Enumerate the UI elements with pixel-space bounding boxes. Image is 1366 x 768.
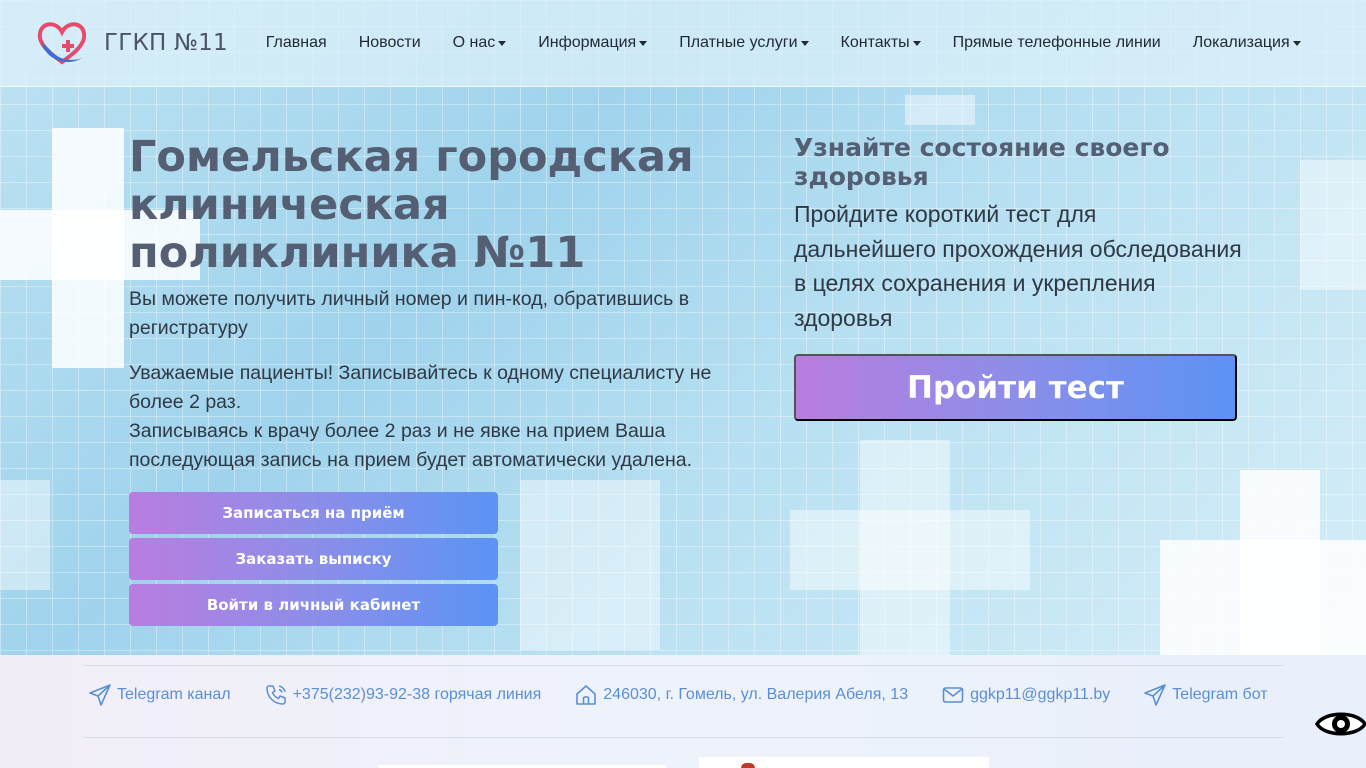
nav-item-label: О нас bbox=[452, 34, 496, 51]
test-description: Пройдите короткий тест для дальнейшего п… bbox=[794, 201, 1242, 331]
brand[interactable]: ГГКП №11 bbox=[36, 18, 228, 68]
page-title: Гомельская городская клиническая поликли… bbox=[129, 132, 694, 278]
health-test-panel: Узнайте состояние своего здоровья Пройди… bbox=[794, 133, 1244, 335]
contact-label: 246030, г. Гомель, ул. Валерия Абеля, 13 bbox=[603, 686, 909, 703]
notice-line: Записываясь к врачу более 2 раз и не явк… bbox=[129, 420, 693, 471]
caret-down-icon bbox=[1292, 40, 1301, 46]
emblem-icon bbox=[741, 763, 755, 768]
phone-icon bbox=[265, 685, 286, 705]
contact-links: Telegram канал +375(232)93-92-38 горячая… bbox=[88, 683, 1301, 707]
nav-item-contacts[interactable]: Контакты bbox=[841, 34, 921, 52]
contact-label: Telegram канал bbox=[117, 686, 231, 703]
eye-icon[interactable] bbox=[1315, 707, 1366, 741]
cross-decoration bbox=[0, 480, 50, 590]
nav-item-label: Платные услуги bbox=[679, 34, 798, 51]
nav-item-news[interactable]: Новости bbox=[359, 34, 421, 52]
cross-decoration bbox=[905, 95, 975, 125]
book-appointment-button[interactable]: Записаться на приём bbox=[129, 492, 498, 534]
telegram-channel-link[interactable]: Telegram канал bbox=[88, 683, 231, 707]
cross-decoration bbox=[1300, 160, 1366, 290]
heart-logo-icon bbox=[37, 22, 87, 65]
personal-account-button[interactable]: Войти в личный кабинет bbox=[129, 584, 498, 626]
nav-item-label: Контакты bbox=[840, 34, 910, 51]
contact-label: ggkp11@ggkp11.by bbox=[970, 686, 1111, 703]
mail-icon bbox=[942, 687, 964, 703]
contact-label: Telegram бот bbox=[1172, 686, 1268, 703]
telegram-bot-link[interactable]: Telegram бот bbox=[1143, 683, 1268, 707]
caret-down-icon bbox=[800, 40, 809, 46]
nav-item-label: Главная bbox=[265, 34, 327, 51]
nav-item-label: Локализация bbox=[1192, 34, 1290, 51]
cross-decoration bbox=[520, 480, 660, 650]
address-link[interactable]: 246030, г. Гомель, ул. Валерия Абеля, 13 bbox=[574, 683, 908, 707]
nav-item-label: Новости bbox=[358, 34, 421, 51]
nav-item-about[interactable]: О нас bbox=[453, 34, 507, 52]
home-icon bbox=[576, 685, 597, 705]
test-title: Узнайте состояние своего здоровья bbox=[794, 133, 1170, 191]
nav-item-information[interactable]: Информация bbox=[538, 34, 648, 52]
top-navbar: ГГКП №11 Главная Новости О нас Информаци… bbox=[0, 0, 1366, 87]
nav-item-label: Прямые телефонные линии bbox=[952, 34, 1161, 51]
info-text: Вы можете получить личный номер и пин-ко… bbox=[129, 288, 690, 339]
cross-decoration bbox=[1240, 470, 1320, 655]
nav-item-hotlines[interactable]: Прямые телефонные линии bbox=[953, 34, 1161, 52]
main-nav: Главная Новости О нас Информация Платные… bbox=[266, 34, 1333, 52]
send-icon bbox=[1144, 684, 1167, 706]
contact-strip bbox=[0, 655, 1366, 768]
divider bbox=[84, 665, 1284, 666]
notice-line: Уважаемые пациенты! Записывайтесь к одно… bbox=[129, 362, 712, 413]
hero-buttons: Записаться на приём Заказать выписку Вой… bbox=[129, 492, 498, 630]
send-icon bbox=[89, 684, 111, 706]
caret-down-icon bbox=[639, 40, 648, 46]
caret-down-icon bbox=[498, 40, 507, 46]
take-test-button[interactable]: Пройти тест bbox=[794, 354, 1237, 421]
hotline-phone-link[interactable]: +375(232)93-92-38 горячая линия bbox=[264, 683, 542, 707]
nav-item-home[interactable]: Главная bbox=[266, 34, 327, 52]
brand-title: ГГКП №11 bbox=[104, 30, 228, 56]
order-extract-button[interactable]: Заказать выписку bbox=[129, 538, 498, 580]
contact-label: +375(232)93-92-38 горячая линия bbox=[292, 686, 542, 703]
nav-item-localization[interactable]: Локализация bbox=[1193, 34, 1301, 52]
hero-left: Гомельская городская клиническая поликли… bbox=[129, 133, 749, 475]
cross-decoration bbox=[790, 510, 1030, 590]
divider bbox=[84, 737, 1284, 738]
nav-item-paid-services[interactable]: Платные услуги bbox=[679, 34, 809, 52]
caret-down-icon bbox=[912, 40, 921, 46]
nav-item-label: Информация bbox=[538, 34, 637, 51]
email-link[interactable]: ggkp11@ggkp11.by bbox=[941, 683, 1110, 707]
